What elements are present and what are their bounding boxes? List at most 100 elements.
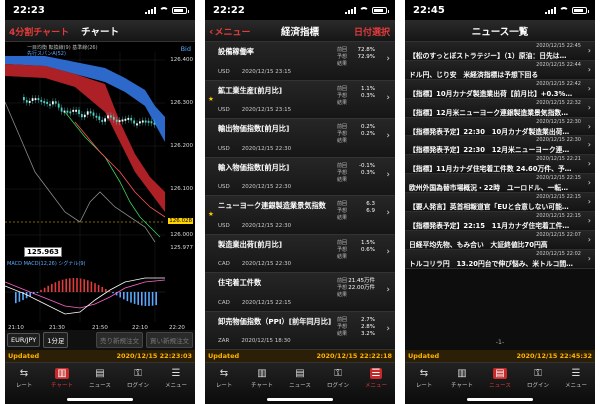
crosshair-price: 125.963 [24,247,62,257]
news-title: 【指標発表予定】22:15 11月カナダ住宅着工件… [409,222,570,231]
candle [144,120,147,123]
menu-icon: ☰ [571,368,581,379]
value-label: 予想 [337,246,348,253]
news-item[interactable]: 2020/12/15 22:07 日経平均先物、もみ合い 大証終値比70円高 › [405,230,595,250]
candle [101,119,104,122]
news-icon: ▤ [493,368,507,379]
status-time: 22:23 [13,4,45,16]
news-item[interactable]: 2020/12/15 22:30 【指標発表予定】22:30 10月カナダ製造業出… [405,117,595,137]
nav-bar: 4分割チャート チャート [5,20,195,42]
release-time: 2020/12/15 23:15 [241,107,292,113]
chevron-right-icon: › [386,246,390,257]
nav-bar: ニュース一覧 [405,20,595,42]
news-item[interactable]: 2020/12/15 22:44 ドル円、じり安 米経済指標は予想下回る › [405,60,595,80]
news-list[interactable]: 2020/12/15 22:45 【松のすっとぼストラテジー】（1）原油：日先は…… [405,42,595,350]
news-date: 2020/12/15 22:15 [536,194,581,201]
indicator-row[interactable]: 卸売物価指数（PPI）[前年同月比] ZAR 2020/12/15 18:30 前回予… [205,311,395,350]
candle [104,118,106,122]
four-split-chart-button[interactable]: 4分割チャート [9,20,69,42]
chevron-right-icon: › [386,169,390,180]
chevron-right-icon: › [587,46,591,55]
news-item[interactable]: 2020/12/15 22:30 【指標発表予定】22:30 12月米ニューヨーク… [405,136,595,156]
macd-histogram-bar [130,292,132,303]
tab-label: メニュー [364,383,387,389]
indicator-row[interactable]: 住宅着工件数 CAD 2020/12/15 22:15 前回 予想 結果 21.45万件 22… [205,273,395,312]
indicator-row[interactable]: ★ ニューヨーク連銀製造業景気指数 USD 2020/12/15 22:30 前回 予想結… [205,196,395,235]
chevron-left-icon: ‹ [209,24,214,38]
tab-menu[interactable]: ☰ メニュー [557,363,595,404]
candle [130,117,133,121]
candle [95,115,98,118]
value-labels: 前回 予想 結果 [337,47,347,68]
currency-code: USD [218,222,230,229]
indicator-title: 住宅着工件数 [218,278,262,287]
news-item[interactable]: 2020/12/15 22:15 【指標発表予定】22:15 11月カナダ住宅着工… [405,212,595,231]
candle [110,115,112,118]
chart-canvas[interactable] [5,42,195,330]
currency-pair-select[interactable]: EUR/JPY [7,333,41,347]
chevron-right-icon: › [587,216,591,226]
release-time: 2020/12/15 23:15 [241,68,292,75]
page-title: 経済指標 [280,26,319,38]
timeframe-select[interactable]: 1分足 [43,332,69,348]
indicator-title: ニューヨーク連銀製造業景気指数 [218,201,326,210]
current-price-label: 126.028 [168,218,193,224]
sell-order-button[interactable]: 売り新規注文 [96,332,143,348]
indicator-meta: USD 2020/12/15 22:30 [218,223,291,229]
fx-chart[interactable]: 一目均衡 転換線(9) 基準線(26) 先行スパンA(52) Bid 126.4… [5,42,195,350]
news-item[interactable]: 2020/12/15 22:45 【松のすっとぼストラテジー】（1）原油：日先は…… [405,42,595,61]
updated-time: 2020/12/15 22:45:32 [516,352,592,360]
tab-menu[interactable]: ☰ メニュー [357,363,395,404]
macd-histogram-bar [54,282,57,292]
indicator-row[interactable]: 設備稼働率 USD 2020/12/15 23:15 前回 予想 結果 72.8% 72.9%… [205,42,395,81]
y-tick-label: 126.100 [170,186,193,192]
tab-label: メニュー [564,383,587,389]
indicator-meta: CAD 2020/12/15 22:30 [218,261,291,267]
back-button[interactable]: ‹ メニュー [209,20,251,42]
indicator-title: 設備稼働率 [218,47,254,56]
chevron-right-icon: › [587,64,591,74]
news-item[interactable]: 2020/12/15 22:42 【指標】10月カナダ製造業出荷【前月比】+0.3… [405,79,595,99]
indicator-value [359,177,375,184]
indicator-row[interactable]: ★ 鉱工業生産[前月比] USD 2020/12/15 23:15 前回 予想 結果 1.1%… [205,80,395,119]
indicator-meta: ZAR 2020/12/15 18:30 [218,338,291,344]
battery-icon [372,6,389,14]
tab-label: ニュース [289,383,311,389]
macd-histogram-bar [123,292,125,300]
indicator-row[interactable]: 輸出物価指数[前月比] USD 2020/12/15 22:30 前回 予想 結果 0.2%… [205,119,395,158]
indicator-row[interactable]: 製造業出荷[前月比] CAD 2020/12/15 22:30 前回 予想 結果 1.5% 0… [205,234,395,273]
phone-screen-news-list: 22:45 ニュース一覧 2020/12/15 22:45 【松のすっとぼストラテ… [405,0,595,404]
candle [98,116,101,120]
news-item[interactable]: 2020/12/15 22:15 欧州外国為替市場概況・22時 ユーロドル、一転…… [405,174,595,194]
macd-histogram-bar [148,292,150,306]
value-label: 予想 [337,131,348,137]
news-item[interactable]: 2020/12/15 22:15 【要人発言】英首相報道官「EUと合意しない可能…… [405,193,595,213]
news-item[interactable]: 2020/12/15 22:02 トルコリラ円 13.20円台で伸び悩み、米トルコ… [405,249,595,269]
date-select-button[interactable]: 日付選択 [354,20,390,42]
buy-order-button[interactable]: 買い新規注文 [146,332,193,348]
news-item[interactable]: 2020/12/15 22:21 【指標】11月カナダ住宅着工件数 24.60万件… [405,155,595,175]
chevron-right-icon: › [587,102,591,112]
chart-icon: ▥ [457,368,467,379]
value-label: 結果 [337,138,348,144]
news-title: 【指標】11月カナダ住宅着工件数 24.60万件、予… [409,165,572,174]
macd-histogram-bar [137,292,139,305]
indicator-value [366,215,375,222]
indicator-row[interactable]: 輸入物価指数[前月比] USD 2020/12/15 22:30 前回 予想 結果 -0.1… [205,157,395,196]
candle [66,110,69,113]
tab-rate[interactable]: ⇆ レート [5,363,43,404]
value-labels: 前回 予想 結果 [337,86,347,107]
signal-icon [145,6,156,14]
tab-label: ニュース [489,383,511,389]
tab-rate[interactable]: ⇆ レート [405,363,443,404]
battery-icon [172,6,189,14]
macd-histogram-bar [155,292,157,306]
tab-label: メニュー [164,383,187,389]
updated-bar: Updated 2020/12/15 22:22:18 [205,350,395,362]
tab-rate[interactable]: ⇆ レート [205,363,243,404]
news-item[interactable]: 2020/12/15 22:32 【指標】12月米ニューヨーク連銀製造業景気指数…… [405,98,595,118]
tab-menu[interactable]: ☰ メニュー [157,363,195,404]
indicator-list[interactable]: 設備稼働率 USD 2020/12/15 23:15 前回 予想 結果 72.8% 72.9%… [205,42,395,350]
currency-code: CAD [218,261,230,267]
login-icon: ⚿ [534,368,542,379]
